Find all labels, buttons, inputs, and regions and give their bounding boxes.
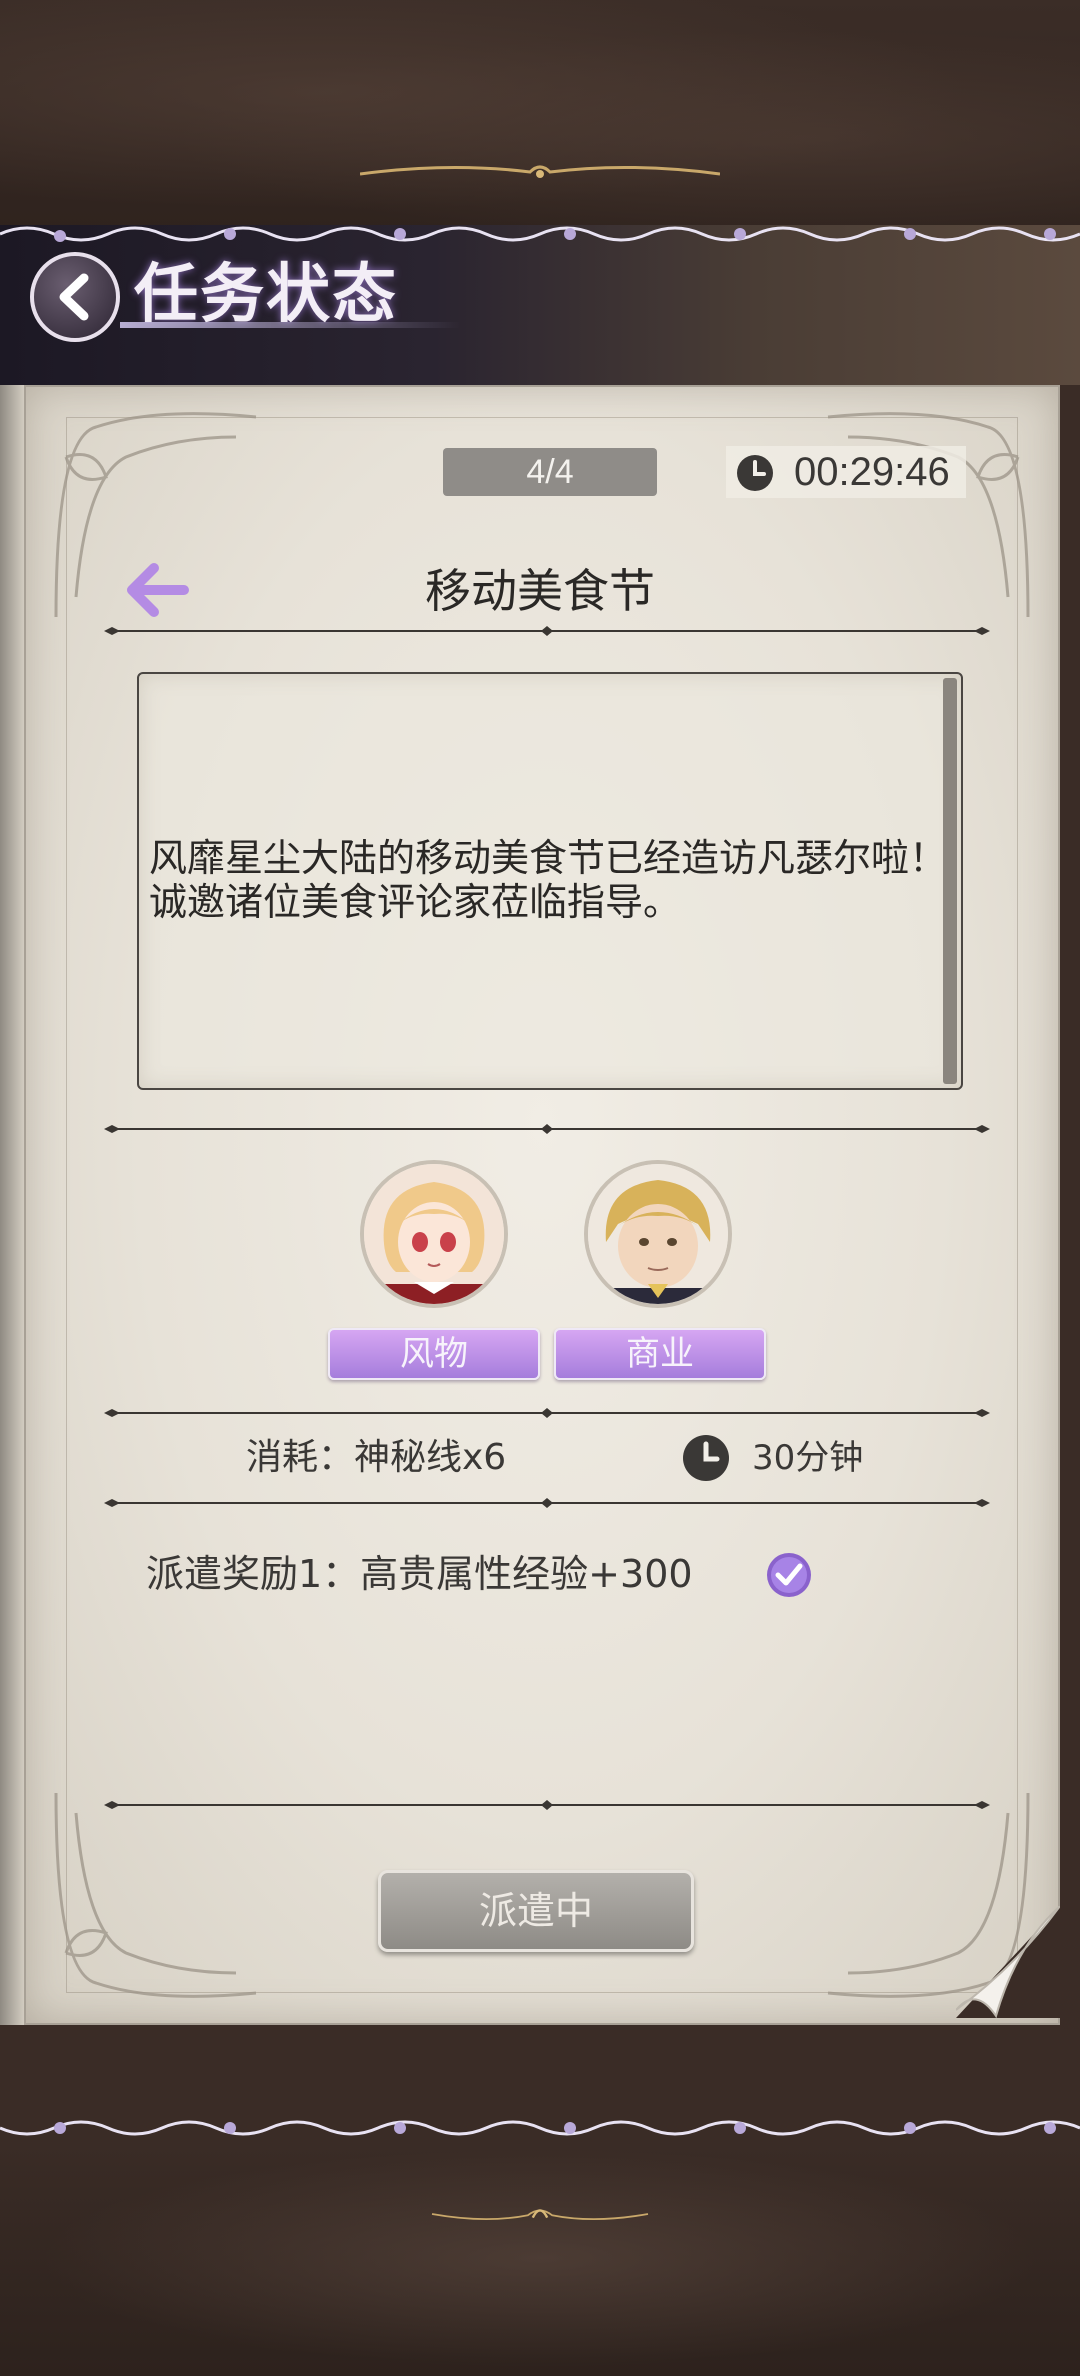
description-scrollbar[interactable]: [943, 678, 957, 1084]
divider: [104, 626, 990, 636]
title-underline: [120, 322, 460, 328]
bottom-background: [0, 2140, 1080, 2376]
divider: [104, 1800, 990, 1810]
divider: [104, 1408, 990, 1418]
back-button[interactable]: [30, 252, 120, 342]
mission-cost: 消耗：神秘线x6: [246, 1437, 507, 1478]
mission-description: 风靡星尘大陆的移动美食节已经造访凡瑟尔啦！诚邀诸位美食评论家莅临指导。: [149, 836, 948, 924]
mission-duration: 30分钟: [752, 1438, 864, 1478]
mission-progress: 4/4: [443, 448, 657, 496]
chevron-left-icon: [59, 273, 89, 321]
lace-border-bottom: [0, 2120, 1080, 2136]
clock-icon: [683, 1435, 729, 1481]
tag-commerce: 商业: [554, 1328, 766, 1380]
character-avatar-1[interactable]: [360, 1160, 508, 1308]
top-background: [0, 0, 1080, 230]
book-spine: [0, 385, 26, 2025]
tag-scenery: 风物: [328, 1328, 540, 1380]
arrow-left-icon[interactable]: [122, 560, 192, 620]
mission-title: 移动美食节: [425, 564, 655, 618]
divider: [104, 1498, 990, 1508]
corner-ornament-bottom-left: [54, 1792, 257, 1998]
lace-border-top: [0, 226, 1080, 242]
dispatching-button[interactable]: 派遣中: [378, 1870, 694, 1952]
reward-text: 派遣奖励1：高贵属性经验+300: [146, 1552, 693, 1596]
gold-ornament-bottom: [431, 2209, 649, 2220]
clock-icon: [737, 455, 773, 491]
corner-ornament-top-right: [827, 412, 1030, 618]
page-border: [66, 417, 1018, 1993]
page-curl-icon[interactable]: [956, 1906, 1060, 2018]
divider: [104, 1124, 990, 1134]
countdown-timer: 00:29:46: [794, 450, 950, 494]
character-avatar-2[interactable]: [584, 1160, 732, 1308]
checkmark-icon: [767, 1553, 811, 1597]
gold-ornament-top: [360, 165, 720, 178]
description-panel[interactable]: 风靡星尘大陆的移动美食节已经造访凡瑟尔啦！诚邀诸位美食评论家莅临指导。: [137, 672, 963, 1090]
